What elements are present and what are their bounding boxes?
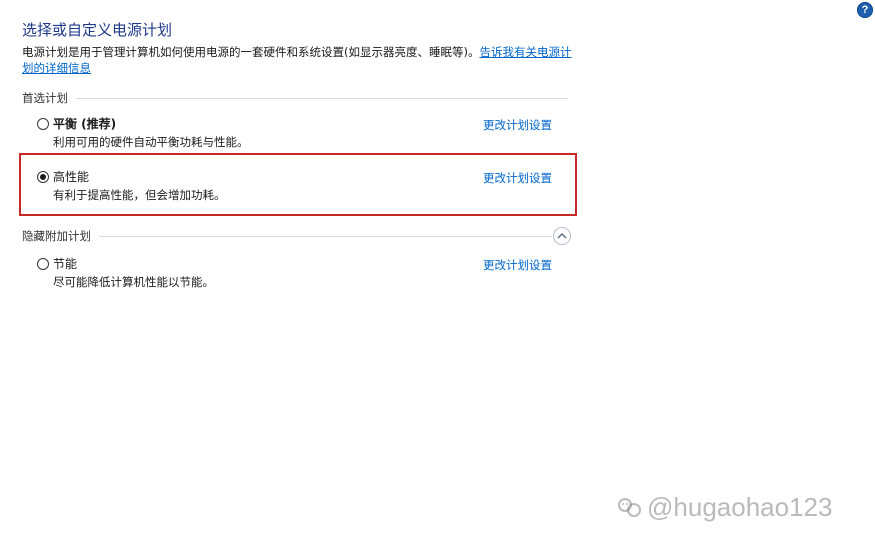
change-plan-settings-high-performance[interactable]: 更改计划设置: [483, 170, 552, 186]
divider: [99, 235, 552, 237]
divider: [76, 97, 568, 99]
radio-balanced[interactable]: [37, 118, 49, 130]
plan-description: 尽可能降低计算机性能以节能。: [53, 275, 214, 289]
hidden-plans-header: 隐藏附加计划: [22, 228, 552, 244]
change-plan-settings-balanced[interactable]: 更改计划设置: [483, 117, 552, 133]
collapse-button[interactable]: [553, 227, 571, 245]
plan-name: 高性能: [53, 170, 90, 184]
help-button[interactable]: ?: [857, 2, 873, 18]
plan-description: 有利于提高性能，但会增加功耗。: [53, 188, 226, 202]
watermark: @hugaohao123: [617, 492, 832, 523]
radio-power-saver[interactable]: [37, 258, 49, 270]
preferred-plans-header: 首选计划: [22, 90, 568, 106]
chevron-up-icon: [557, 233, 567, 239]
change-plan-settings-power-saver[interactable]: 更改计划设置: [483, 257, 552, 273]
radio-high-performance[interactable]: [37, 171, 49, 183]
watermark-text: @hugaohao123: [647, 492, 833, 522]
plan-description: 利用可用的硬件自动平衡功耗与性能。: [53, 135, 249, 149]
watermark-logo-icon: [618, 497, 641, 517]
plan-name: 节能: [53, 257, 78, 271]
plan-name: 平衡 (推荐): [53, 117, 117, 131]
preferred-plans-label: 首选计划: [22, 91, 68, 105]
page-title: 选择或自定义电源计划: [22, 21, 173, 39]
page-description: 电源计划是用于管理计算机如何使用电源的一套硬件和系统设置(如显示器亮度、睡眠等)…: [22, 44, 578, 76]
description-text: 电源计划是用于管理计算机如何使用电源的一套硬件和系统设置(如显示器亮度、睡眠等)…: [22, 45, 480, 59]
hidden-plans-label: 隐藏附加计划: [22, 229, 91, 243]
